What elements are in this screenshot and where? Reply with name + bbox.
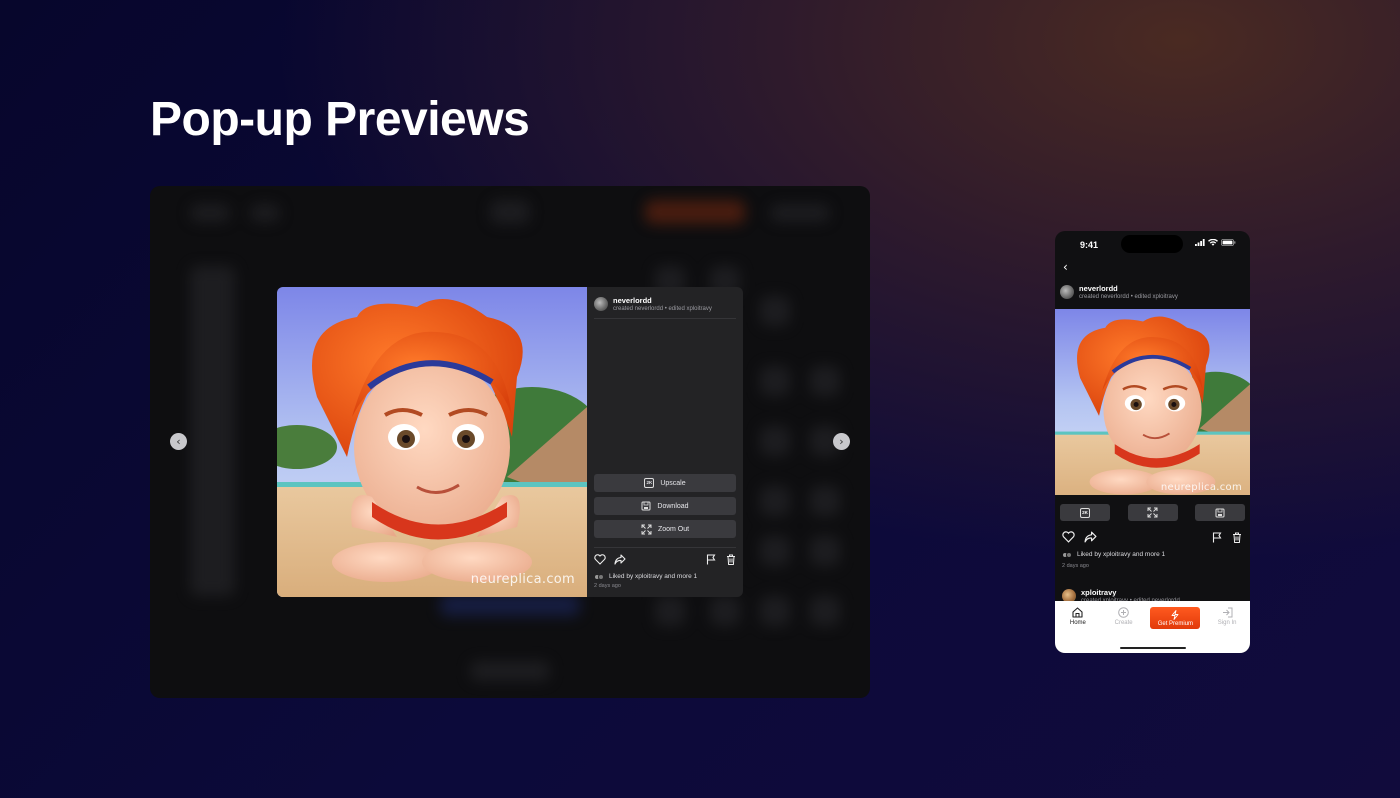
flag-icon[interactable] <box>1212 531 1222 543</box>
upscale-button[interactable]: 2K Upscale <box>594 474 736 492</box>
expand-icon <box>1147 507 1158 518</box>
avatar[interactable] <box>1060 285 1074 299</box>
liker-avatars <box>594 573 605 580</box>
desktop-preview-frame: ‹ › neureplica.com neverlordd created ne… <box>150 186 870 698</box>
watermark: neureplica.com <box>1160 482 1242 493</box>
next-arrow-button[interactable]: › <box>833 433 850 450</box>
liked-by-text: Liked by xploitravy and more 1 <box>609 573 698 580</box>
page-headline: Pop-up Previews <box>150 93 530 146</box>
tab-home[interactable]: Home <box>1058 607 1098 653</box>
share-icon[interactable] <box>1084 531 1097 543</box>
tab-home-label: Home <box>1069 620 1086 626</box>
sign-in-icon <box>1222 607 1233 618</box>
save-icon <box>641 501 651 511</box>
tab-create-label: Create <box>1114 620 1133 626</box>
likes-summary[interactable]: Liked by xploitravy and more 1 <box>594 573 736 580</box>
home-icon <box>1072 607 1083 618</box>
share-icon[interactable] <box>614 554 626 565</box>
preview-modal: neureplica.com neverlordd created neverl… <box>277 287 743 597</box>
status-time: 9:41 <box>1080 240 1099 250</box>
heart-icon[interactable] <box>594 554 606 565</box>
author-meta: created neverlordd • edited xploitravy <box>1079 294 1178 300</box>
upscale-label: Upscale <box>660 479 686 487</box>
battery-icon <box>1221 239 1236 246</box>
expand-icon <box>641 524 652 534</box>
upscale-button[interactable]: 2K <box>1060 504 1110 521</box>
status-bar: 9:41 <box>1055 231 1250 259</box>
post-time: 2 days ago <box>1062 563 1089 569</box>
trash-icon[interactable] <box>1232 532 1242 543</box>
author-row[interactable]: neverlordd created neverlordd • edited x… <box>594 296 736 319</box>
author-name[interactable]: neverlordd <box>1079 284 1178 293</box>
post-time: 2 days ago <box>594 583 621 589</box>
upscale-2k-icon: 2K <box>644 478 655 488</box>
tab-premium-label: Get Premium <box>1157 620 1194 627</box>
download-button[interactable]: Download <box>594 497 736 515</box>
save-icon <box>1215 508 1225 517</box>
preview-image: neureplica.com <box>1055 309 1250 495</box>
download-button[interactable] <box>1195 504 1245 521</box>
back-chevron-icon[interactable]: ‹ <box>1063 260 1068 274</box>
avatar[interactable] <box>594 297 608 311</box>
download-label: Download <box>657 502 689 510</box>
zoom-out-button[interactable]: Zoom Out <box>594 520 736 538</box>
trash-icon[interactable] <box>726 554 736 565</box>
preview-side-panel: neverlordd created neverlordd • edited x… <box>587 287 743 597</box>
author-meta: created neverlordd • edited xploitravy <box>613 306 712 312</box>
wifi-icon <box>1208 239 1218 246</box>
tab-sign-in[interactable]: Sign In <box>1207 607 1247 653</box>
home-indicator <box>1120 647 1186 649</box>
likes-summary[interactable]: Liked by xploitravy and more 1 <box>1062 551 1165 558</box>
signal-icon <box>1195 239 1205 246</box>
watermark: neureplica.com <box>470 572 575 587</box>
upscale-2k-icon: 2K <box>1080 507 1090 518</box>
flag-icon[interactable] <box>706 554 716 565</box>
lightning-icon <box>1171 609 1179 620</box>
bottom-tab-bar: Home Create Get Premium Sign In <box>1055 601 1250 653</box>
liked-by-text: Liked by xploitravy and more 1 <box>1077 551 1166 558</box>
author-name[interactable]: neverlordd <box>613 296 712 305</box>
heart-icon[interactable] <box>1062 531 1075 543</box>
liker-avatars <box>1062 551 1073 558</box>
plus-circle-icon <box>1118 607 1129 618</box>
dynamic-island <box>1121 235 1183 253</box>
preview-image: neureplica.com <box>277 287 587 597</box>
previous-arrow-button[interactable]: ‹ <box>170 433 187 450</box>
author-row[interactable]: neverlordd created neverlordd • edited x… <box>1060 284 1178 300</box>
mobile-preview-frame: 9:41 ‹ neverlordd created neverlordd • e… <box>1055 231 1250 653</box>
zoom-out-button[interactable] <box>1127 504 1178 521</box>
zoom-out-label: Zoom Out <box>657 525 690 533</box>
author-name[interactable]: xploitravy <box>1081 588 1180 597</box>
tab-sign-in-label: Sign In <box>1217 620 1237 626</box>
